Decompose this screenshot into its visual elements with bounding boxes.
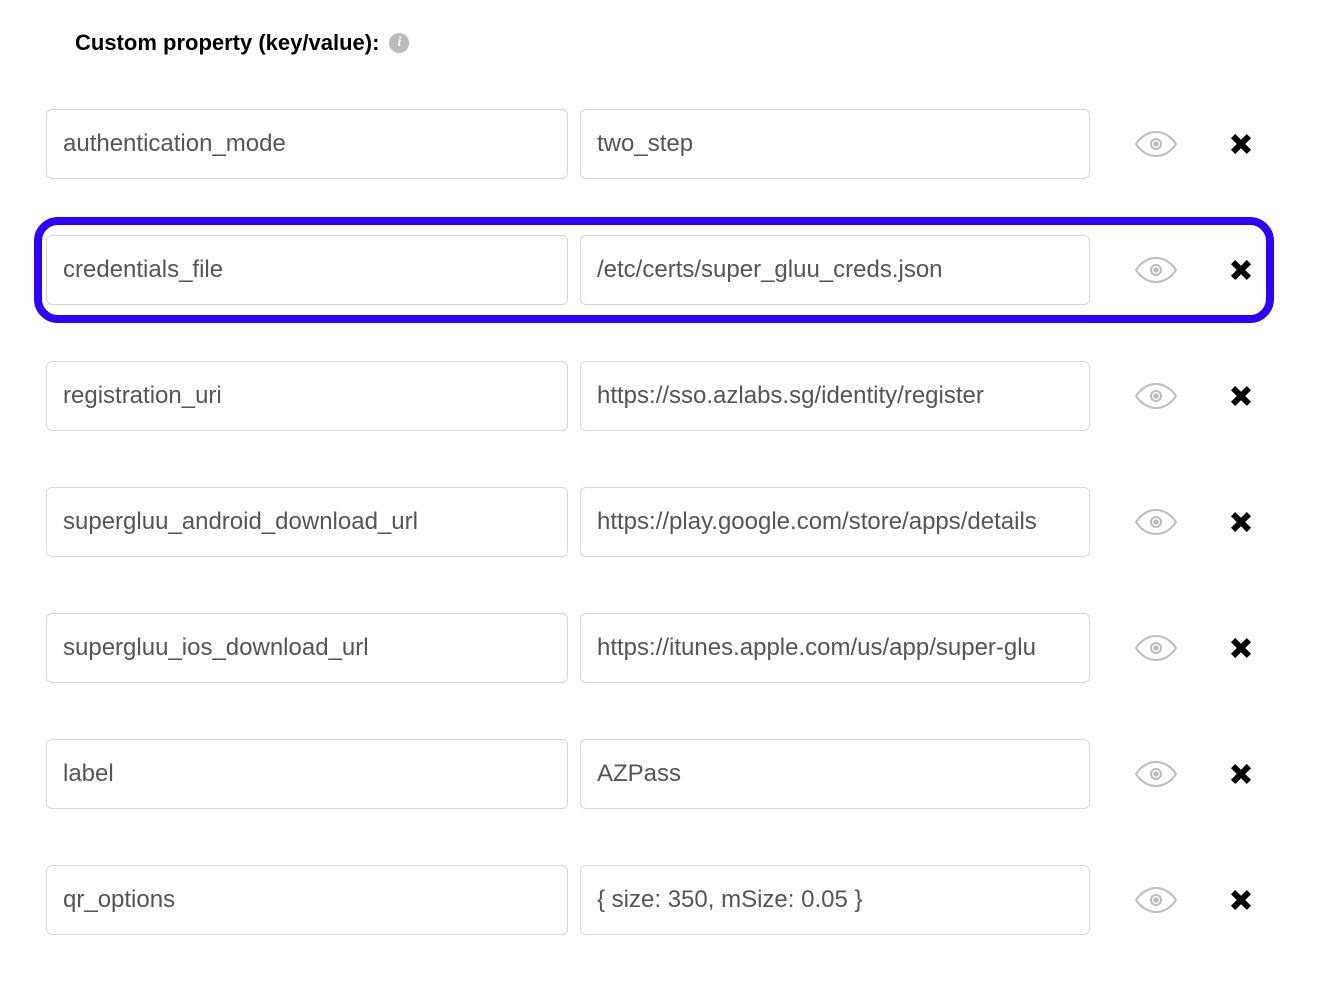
property-rows <box>40 106 1268 938</box>
row-actions <box>1134 507 1256 537</box>
property-key-input[interactable] <box>46 613 568 683</box>
property-row <box>40 736 1268 812</box>
reveal-icon[interactable] <box>1134 885 1178 915</box>
property-value-input[interactable] <box>580 487 1090 557</box>
remove-icon[interactable] <box>1226 507 1256 537</box>
property-row <box>40 484 1268 560</box>
row-actions <box>1134 759 1256 789</box>
reveal-icon[interactable] <box>1134 129 1178 159</box>
property-value-input[interactable] <box>580 613 1090 683</box>
reveal-icon[interactable] <box>1134 633 1178 663</box>
row-actions <box>1134 885 1256 915</box>
property-value-input[interactable] <box>580 361 1090 431</box>
property-key-input[interactable] <box>46 235 568 305</box>
row-actions <box>1134 255 1256 285</box>
property-row <box>40 862 1268 938</box>
property-value-input[interactable] <box>580 865 1090 935</box>
property-value-input[interactable] <box>580 739 1090 809</box>
property-key-input[interactable] <box>46 487 568 557</box>
section-header: Custom property (key/value): i <box>75 30 1268 56</box>
property-key-input[interactable] <box>46 865 568 935</box>
property-key-input[interactable] <box>46 739 568 809</box>
row-actions <box>1134 633 1256 663</box>
row-actions <box>1134 129 1256 159</box>
property-value-input[interactable] <box>580 235 1090 305</box>
remove-icon[interactable] <box>1226 381 1256 411</box>
section-title: Custom property (key/value): <box>75 30 379 56</box>
property-row <box>40 223 1268 317</box>
property-row <box>40 610 1268 686</box>
property-key-input[interactable] <box>46 109 568 179</box>
property-value-input[interactable] <box>580 109 1090 179</box>
row-actions <box>1134 381 1256 411</box>
property-key-input[interactable] <box>46 361 568 431</box>
reveal-icon[interactable] <box>1134 255 1178 285</box>
reveal-icon[interactable] <box>1134 381 1178 411</box>
remove-icon[interactable] <box>1226 633 1256 663</box>
property-row <box>40 358 1268 434</box>
reveal-icon[interactable] <box>1134 507 1178 537</box>
info-icon[interactable]: i <box>389 33 409 53</box>
remove-icon[interactable] <box>1226 129 1256 159</box>
remove-icon[interactable] <box>1226 759 1256 789</box>
reveal-icon[interactable] <box>1134 759 1178 789</box>
property-row <box>40 106 1268 182</box>
remove-icon[interactable] <box>1226 885 1256 915</box>
remove-icon[interactable] <box>1226 255 1256 285</box>
